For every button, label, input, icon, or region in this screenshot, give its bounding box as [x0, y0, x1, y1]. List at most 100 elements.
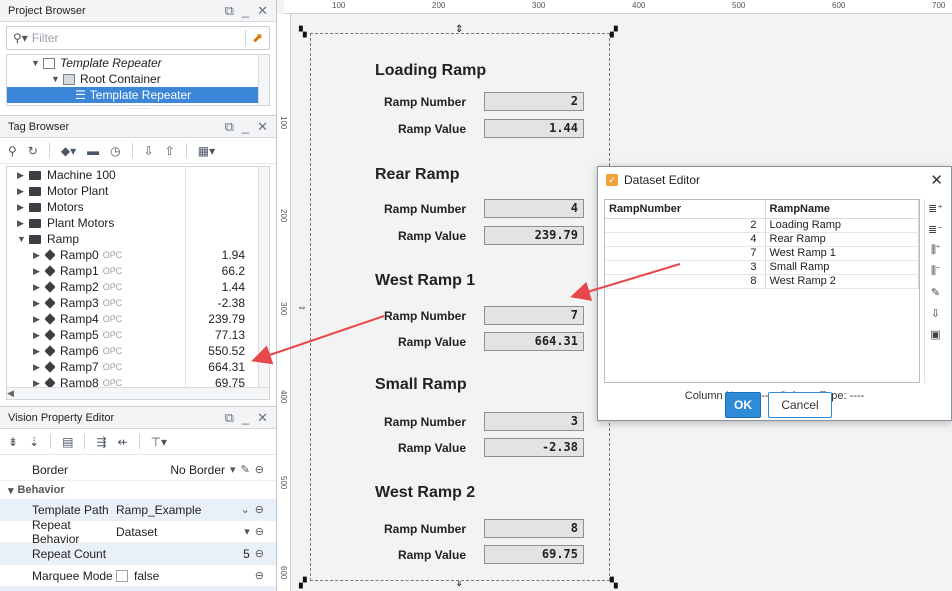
- close-icon[interactable]: ✕: [257, 119, 268, 135]
- tree-item-template-repeater-window[interactable]: ▼ Template Repeater: [7, 55, 269, 71]
- expand-icon[interactable]: ▶: [33, 314, 45, 325]
- ramp-number-field[interactable]: 3: [484, 412, 584, 431]
- tag-folder-ramp[interactable]: ▼ Ramp: [7, 231, 269, 247]
- search-icon[interactable]: ⚲: [8, 144, 17, 158]
- tag-row[interactable]: ▶ Ramp6 OPC 550.52: [7, 343, 269, 359]
- dropdown-icon[interactable]: ▾: [244, 525, 250, 538]
- table-row[interactable]: 3 Small Ramp: [605, 260, 919, 275]
- tree-item-template-repeater[interactable]: ☰ Template Repeater: [7, 87, 269, 103]
- expand-icon[interactable]: ▶: [33, 250, 45, 261]
- sort-alpha-icon[interactable]: ⇣: [29, 435, 39, 449]
- resize-grip[interactable]: ········: [0, 105, 276, 113]
- filter-input[interactable]: ⚲▾ Filter ⬈: [6, 26, 270, 50]
- resize-handle-sw[interactable]: ▞: [299, 578, 307, 589]
- ramp-value-field[interactable]: 69.75: [484, 545, 584, 564]
- tag-tree-hscrollbar[interactable]: ◀: [7, 387, 269, 399]
- tag-row[interactable]: ▶ Ramp7 OPC 664.31: [7, 359, 269, 375]
- save-icon[interactable]: ▬: [87, 144, 99, 158]
- prop-group-behavior[interactable]: ▾ Behavior: [0, 481, 276, 499]
- binding-link-icon[interactable]: ⊖: [255, 463, 264, 476]
- tree-item-root-container[interactable]: ▼ Root Container: [7, 71, 269, 87]
- grid-icon[interactable]: ▤: [62, 435, 73, 449]
- prop-row-border[interactable]: Border No Border ▾ ✎ ⊖: [0, 459, 276, 481]
- close-icon[interactable]: ✕: [930, 171, 943, 189]
- sort-category-icon[interactable]: ⇟: [8, 435, 18, 449]
- minimize-icon[interactable]: _: [242, 119, 249, 134]
- remove-row-icon[interactable]: ≣⁻: [928, 223, 943, 236]
- collapse-all-icon[interactable]: ⇷: [118, 435, 128, 449]
- float-icon[interactable]: ⧉: [225, 119, 234, 135]
- resize-handle-nw[interactable]: ▚: [299, 27, 307, 38]
- tag-row[interactable]: ▶ Ramp4 OPC 239.79: [7, 311, 269, 327]
- history-icon[interactable]: ◷: [110, 144, 120, 158]
- table-row[interactable]: 8 West Ramp 2: [605, 274, 919, 289]
- export-icon[interactable]: ⇧: [165, 144, 175, 158]
- close-icon[interactable]: ✕: [257, 3, 268, 19]
- ramp-number-field[interactable]: 7: [484, 306, 584, 325]
- expand-icon[interactable]: ▶: [33, 330, 45, 341]
- expand-icon[interactable]: ▶: [17, 218, 29, 229]
- ok-button[interactable]: OK: [725, 392, 761, 418]
- prop-row-scroll-delay[interactable]: Scroll Delay 50⊖: [0, 587, 276, 591]
- tag-row[interactable]: ▶ Ramp5 OPC 77.13: [7, 327, 269, 343]
- expand-icon[interactable]: ▶: [17, 170, 29, 181]
- binding-link-icon[interactable]: ⊖: [255, 569, 264, 582]
- dropdown-icon[interactable]: ⌄: [241, 503, 250, 516]
- expand-icon[interactable]: ▶: [33, 282, 45, 293]
- table-cell[interactable]: Rear Ramp: [765, 232, 919, 247]
- resize-handle-ne[interactable]: ▞: [610, 27, 618, 38]
- tag-row[interactable]: ▶ Ramp3 OPC -2.38: [7, 295, 269, 311]
- close-icon[interactable]: ✕: [257, 410, 268, 426]
- table-cell[interactable]: 2: [605, 218, 766, 233]
- prop-row-marquee-mode[interactable]: Marquee Mode false ⊖: [0, 565, 276, 587]
- expand-icon[interactable]: ▶: [33, 298, 45, 309]
- marquee-checkbox[interactable]: [116, 569, 128, 582]
- table-cell[interactable]: 3: [605, 260, 766, 275]
- minimize-icon[interactable]: _: [242, 410, 249, 425]
- binding-link-icon[interactable]: ⊖: [255, 503, 264, 516]
- column-header[interactable]: RampName: [765, 200, 919, 219]
- resize-handle-se[interactable]: ▚: [610, 578, 618, 589]
- table-cell[interactable]: Small Ramp: [765, 260, 919, 275]
- table-cell[interactable]: West Ramp 2: [765, 274, 919, 289]
- expand-icon[interactable]: ▶: [17, 186, 29, 197]
- tag-folder[interactable]: ▶ Motor Plant: [7, 183, 269, 199]
- cancel-button[interactable]: Cancel: [768, 392, 832, 418]
- ramp-value-field[interactable]: -2.38: [484, 438, 584, 457]
- ramp-value-field[interactable]: 1.44: [484, 119, 584, 138]
- table-cell[interactable]: West Ramp 1: [765, 246, 919, 261]
- binding-link-icon[interactable]: ⊖: [255, 525, 264, 538]
- tag-row[interactable]: ▶ Ramp0 OPC 1.94: [7, 247, 269, 263]
- table-cell[interactable]: 7: [605, 246, 766, 261]
- float-icon[interactable]: ⧉: [225, 410, 234, 426]
- table-cell[interactable]: Loading Ramp: [765, 218, 919, 233]
- view-options-icon[interactable]: ▦▾: [198, 144, 215, 158]
- edit-column-icon[interactable]: ✎: [931, 286, 940, 299]
- expand-all-icon[interactable]: ⇶: [96, 435, 106, 449]
- table-row[interactable]: 4 Rear Ramp: [605, 232, 919, 247]
- add-tag-icon[interactable]: ◆▾: [61, 144, 76, 158]
- ramp-number-field[interactable]: 4: [484, 199, 584, 218]
- filter-icon[interactable]: ⊤▾: [151, 435, 167, 449]
- template-repeater[interactable]: Loading Ramp Ramp Number 2 Ramp Value 1.…: [310, 33, 610, 581]
- prop-row-repeat-count[interactable]: Repeat Count 5 ⊖: [0, 543, 276, 565]
- tag-folder[interactable]: ▶ Motors: [7, 199, 269, 215]
- import-icon[interactable]: ⇩: [931, 307, 940, 320]
- ramp-number-field[interactable]: 8: [484, 519, 584, 538]
- ramp-value-field[interactable]: 239.79: [484, 226, 584, 245]
- table-row[interactable]: 7 West Ramp 1: [605, 246, 919, 261]
- refresh-icon[interactable]: ↻: [28, 144, 38, 158]
- table-cell[interactable]: 4: [605, 232, 766, 247]
- collapse-icon[interactable]: ▼: [17, 234, 29, 244]
- binding-link-icon[interactable]: ⊖: [255, 547, 264, 560]
- table-row[interactable]: 2 Loading Ramp: [605, 218, 919, 233]
- expand-icon[interactable]: ▶: [33, 362, 45, 373]
- add-row-icon[interactable]: ≣⁺: [928, 202, 943, 215]
- prop-row-repeat-behavior[interactable]: Repeat Behavior Dataset ▾ ⊖: [0, 518, 276, 546]
- tag-folder[interactable]: ▶ Plant Motors: [7, 215, 269, 231]
- remove-column-icon[interactable]: ⫼⁻: [931, 265, 940, 278]
- column-header[interactable]: RampNumber: [605, 200, 766, 219]
- pin-icon[interactable]: ⬈: [245, 30, 263, 46]
- resize-handle-w[interactable]: ⇔: [297, 302, 307, 313]
- table-cell[interactable]: 8: [605, 274, 766, 289]
